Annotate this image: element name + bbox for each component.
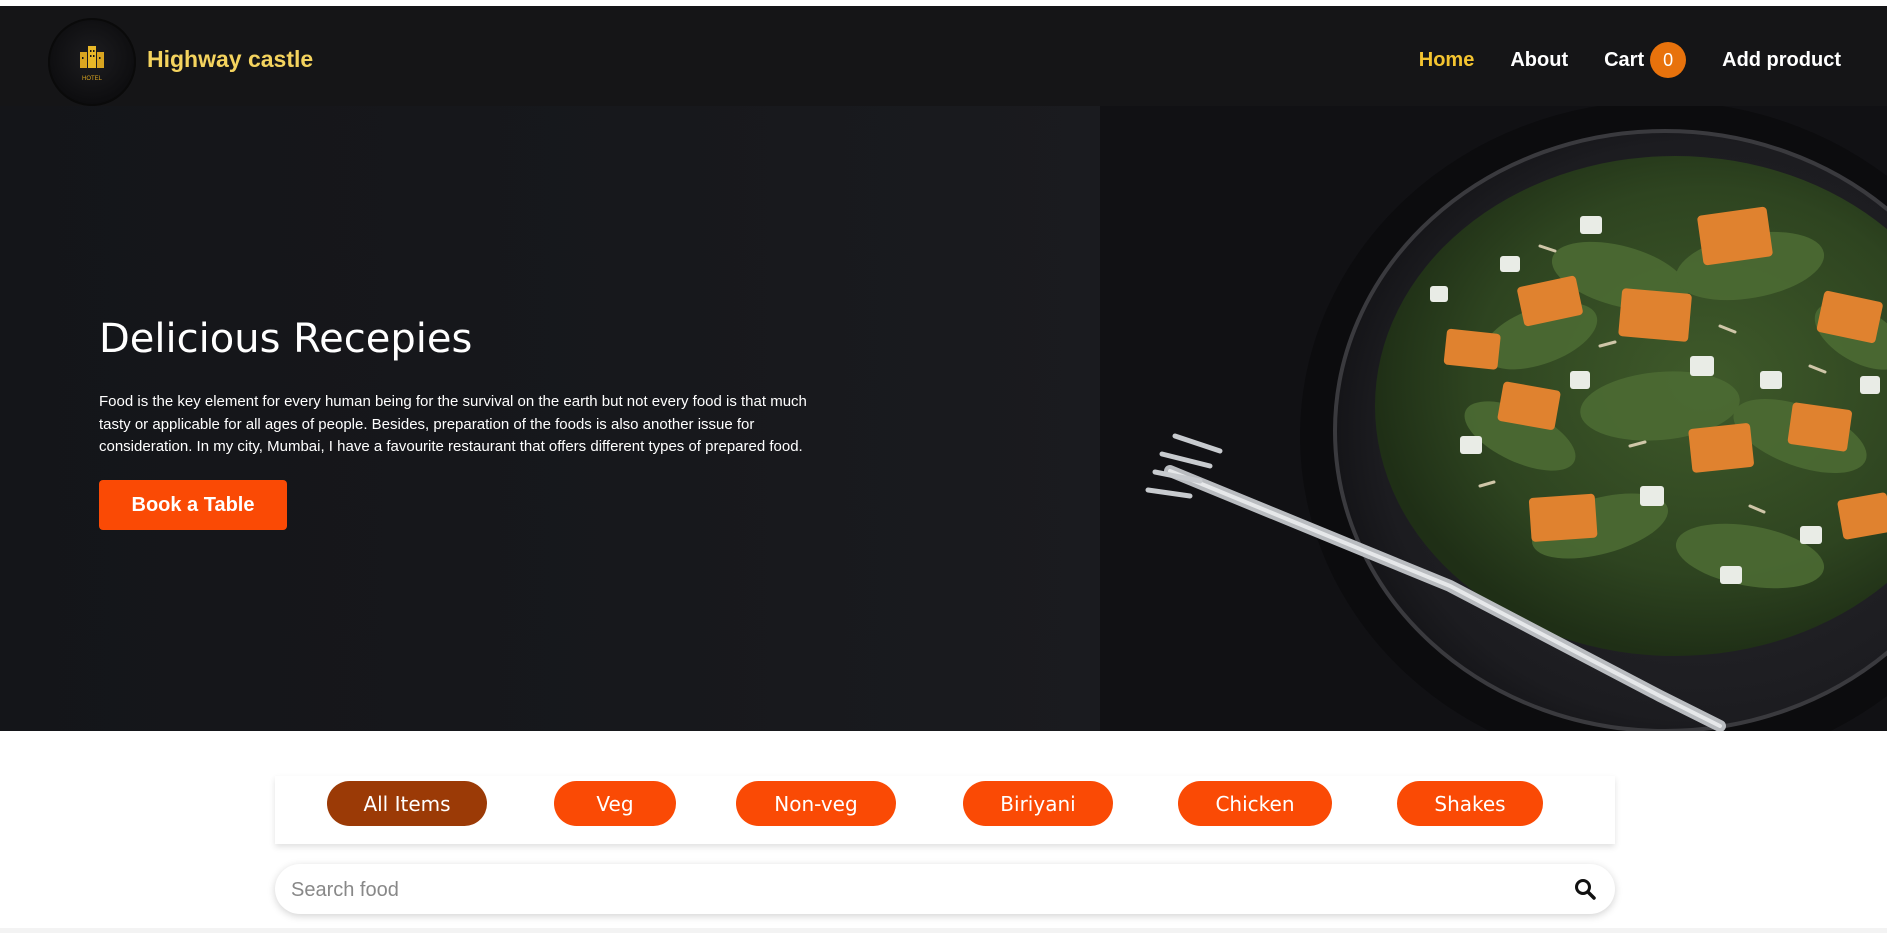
- filter-shakes[interactable]: Shakes: [1397, 781, 1543, 826]
- hero-description: Food is the key element for every human …: [99, 393, 807, 455]
- nav-cart-label: Cart: [1604, 48, 1645, 71]
- main-nav: Home About Cart 0 Add product: [1419, 42, 1841, 78]
- book-table-button[interactable]: Book a Table: [99, 480, 287, 530]
- category-filter-bar: All Items Veg Non-veg Biriyani Chicken S…: [275, 776, 1615, 844]
- brand-name[interactable]: Highway castle: [147, 46, 313, 73]
- cart-count-badge: 0: [1650, 42, 1687, 78]
- search-input[interactable]: [289, 872, 1543, 908]
- filter-all-items[interactable]: All Items: [327, 781, 487, 826]
- filter-veg[interactable]: Veg: [554, 781, 676, 826]
- hero-title: Delicious Recepies: [99, 316, 473, 362]
- nav-add-product[interactable]: Add product: [1722, 49, 1841, 72]
- salad-plate-image: [1100, 106, 1887, 731]
- hotel-logo[interactable]: HOTEL: [48, 18, 136, 106]
- bottom-border: [0, 928, 1887, 933]
- nav-cart[interactable]: Cart 0: [1604, 42, 1687, 78]
- hero-section: Delicious Recepies Food is the key eleme…: [0, 106, 1887, 731]
- svg-text:HOTEL: HOTEL: [82, 76, 103, 82]
- nav-home[interactable]: Home: [1419, 49, 1475, 72]
- search-bar: [275, 864, 1615, 914]
- nav-about[interactable]: About: [1510, 49, 1568, 72]
- search-icon[interactable]: [1573, 877, 1597, 901]
- filter-non-veg[interactable]: Non-veg: [736, 781, 896, 826]
- navbar: HOTEL Highway castle Home About Cart 0 A…: [0, 6, 1887, 106]
- filter-biriyani[interactable]: Biriyani: [963, 781, 1113, 826]
- filter-chicken[interactable]: Chicken: [1178, 781, 1332, 826]
- hotel-building-icon: HOTEL: [80, 46, 104, 82]
